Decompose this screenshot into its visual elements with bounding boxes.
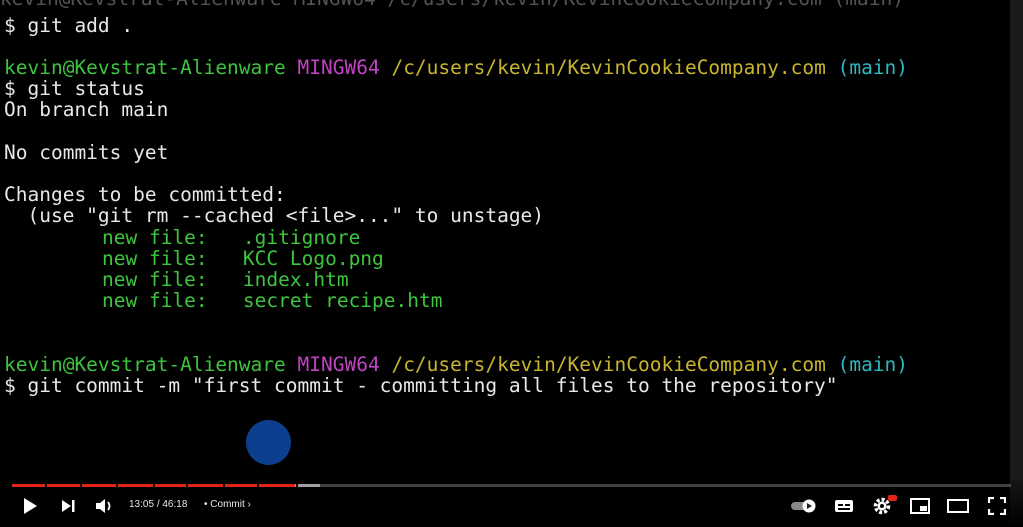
file-status: new file: bbox=[102, 268, 208, 291]
chapter-title: Commit bbox=[210, 499, 245, 510]
file-status: new file: bbox=[102, 289, 208, 312]
fullscreen-icon bbox=[988, 497, 1006, 515]
chapter-marker bbox=[257, 484, 259, 487]
subtitles-button[interactable] bbox=[832, 494, 856, 518]
time-display: 13:05 / 46:18 bbox=[129, 499, 187, 510]
file-status: new file: bbox=[102, 247, 208, 270]
chapter-marker bbox=[223, 484, 225, 487]
time-total: 46:18 bbox=[162, 499, 188, 510]
terminal-line-no-commits: No commits yet bbox=[4, 141, 169, 164]
theater-mode-button[interactable] bbox=[946, 494, 970, 518]
terminal-prompt: kevin@Kevstrat-Alienware MINGW64 /c/user… bbox=[4, 57, 908, 78]
prompt-branch: (main) bbox=[837, 353, 909, 376]
file-name: index.htm bbox=[242, 268, 349, 291]
miniplayer-button[interactable] bbox=[908, 494, 932, 518]
fullscreen-button[interactable] bbox=[985, 494, 1009, 518]
chapter-marker bbox=[116, 484, 118, 487]
play-button[interactable] bbox=[18, 494, 42, 518]
staged-file-row: new file: .gitignore bbox=[102, 227, 360, 248]
chapter-marker bbox=[45, 484, 47, 487]
terminal-line-hint: (use "git rm --cached <file>..." to unst… bbox=[4, 204, 545, 227]
prompt-path: /c/users/kevin/KevinCookieCompany.com bbox=[391, 353, 826, 376]
chevron-right-icon: › bbox=[247, 499, 251, 510]
next-button[interactable] bbox=[56, 494, 80, 518]
volume-icon bbox=[96, 499, 111, 513]
prompt-shell: MINGW64 bbox=[297, 353, 380, 376]
terminal-window[interactable]: kevin@Kevstrat-Alienware MINGW64 /c/user… bbox=[0, 0, 1010, 480]
terminal-line-branch: On branch main bbox=[4, 98, 169, 121]
terminal-prompt: kevin@Kevstrat-Alienware MINGW64 /c/user… bbox=[4, 354, 908, 375]
time-separator: / bbox=[156, 499, 160, 510]
autoplay-toggle-icon bbox=[791, 499, 816, 513]
skip-next-icon bbox=[62, 500, 75, 512]
terminal-line-git-status: $ git status bbox=[4, 77, 145, 100]
volume-button[interactable] bbox=[93, 494, 117, 518]
terminal-line-cut: kevin@Kevstrat-Alienware MINGW64 /c/user… bbox=[0, 0, 904, 9]
chapter-button[interactable]: • Commit › bbox=[204, 499, 251, 510]
chapter-marker bbox=[296, 484, 298, 487]
prompt-branch: (main) bbox=[837, 56, 909, 79]
terminal-line-git-add: $ git add . bbox=[4, 14, 134, 37]
chapter-separator: • bbox=[204, 499, 208, 510]
terminal-line-changes: Changes to be committed: bbox=[4, 183, 286, 206]
prompt-user: kevin@Kevstrat-Alienware bbox=[4, 353, 286, 376]
time-current: 13:05 bbox=[129, 499, 155, 510]
chapter-marker bbox=[153, 484, 155, 487]
staged-file-row: new file: KCC Logo.png bbox=[102, 248, 384, 269]
window-scrollbar[interactable] bbox=[1010, 0, 1023, 527]
prompt-user: kevin@Kevstrat-Alienware bbox=[4, 56, 286, 79]
miniplayer-icon bbox=[910, 498, 930, 514]
prompt-path: /c/users/kevin/KevinCookieCompany.com bbox=[391, 56, 826, 79]
staged-file-row: new file: index.htm bbox=[102, 269, 349, 290]
file-name: .gitignore bbox=[242, 226, 361, 249]
staged-file-row: new file: secret recipe.htm bbox=[102, 290, 443, 311]
file-name: secret recipe.htm bbox=[242, 289, 443, 312]
play-icon bbox=[24, 498, 37, 514]
file-status: new file: bbox=[102, 226, 208, 249]
subtitles-icon bbox=[835, 500, 853, 512]
hd-badge bbox=[888, 495, 897, 501]
autoplay-toggle[interactable] bbox=[789, 494, 819, 518]
terminal-line-git-commit: $ git commit -m "first commit - committi… bbox=[4, 374, 838, 397]
chapter-marker bbox=[80, 484, 82, 487]
click-highlight-cursor bbox=[246, 420, 291, 465]
chapter-marker bbox=[186, 484, 188, 487]
prompt-shell: MINGW64 bbox=[297, 56, 380, 79]
file-name: KCC Logo.png bbox=[242, 247, 384, 270]
theater-icon bbox=[947, 499, 969, 513]
